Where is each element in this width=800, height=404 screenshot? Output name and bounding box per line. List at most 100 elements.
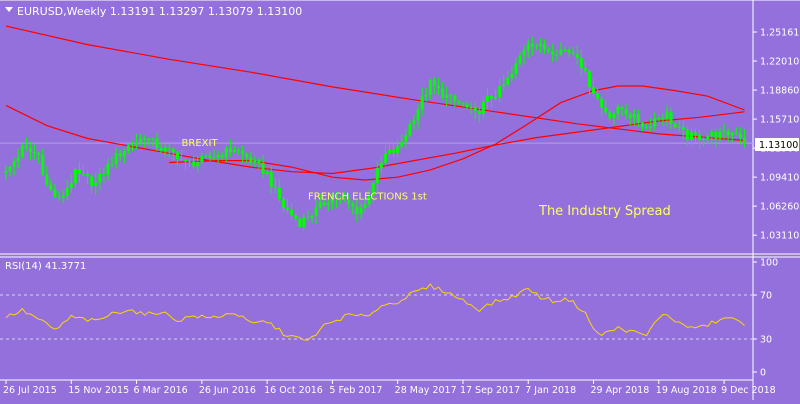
candle-body[interactable] bbox=[73, 169, 77, 183]
candle-body[interactable] bbox=[510, 74, 514, 79]
candle-body[interactable] bbox=[245, 153, 249, 158]
candle-body[interactable] bbox=[518, 55, 522, 64]
candle-body[interactable] bbox=[547, 49, 551, 52]
candle-body[interactable] bbox=[636, 113, 640, 123]
candle-body[interactable] bbox=[522, 50, 526, 56]
candle-body[interactable] bbox=[698, 134, 702, 141]
candle-body[interactable] bbox=[449, 95, 453, 97]
candle-body[interactable] bbox=[45, 174, 49, 185]
candle-body[interactable] bbox=[212, 157, 216, 159]
candle-body[interactable] bbox=[114, 153, 118, 164]
candle-body[interactable] bbox=[583, 68, 587, 71]
candle-body[interactable] bbox=[77, 169, 81, 174]
candle-body[interactable] bbox=[294, 215, 298, 219]
candle-body[interactable] bbox=[24, 145, 28, 148]
candle-body[interactable] bbox=[579, 57, 583, 69]
candle-body[interactable] bbox=[375, 168, 379, 184]
candle-body[interactable] bbox=[241, 150, 245, 154]
candle-body[interactable] bbox=[534, 46, 538, 48]
candle-body[interactable] bbox=[179, 158, 183, 160]
candle-body[interactable] bbox=[379, 162, 383, 169]
candle-body[interactable] bbox=[596, 93, 600, 99]
candle-body[interactable] bbox=[567, 49, 571, 53]
candle-body[interactable] bbox=[490, 96, 494, 99]
candle-body[interactable] bbox=[657, 118, 661, 120]
candle-body[interactable] bbox=[383, 153, 387, 163]
candle-body[interactable] bbox=[94, 182, 98, 186]
candle-body[interactable] bbox=[192, 161, 196, 167]
candle-body[interactable] bbox=[57, 196, 61, 198]
candle-body[interactable] bbox=[677, 126, 681, 128]
candle-body[interactable] bbox=[722, 130, 726, 132]
candle-body[interactable] bbox=[559, 49, 563, 55]
candle-body[interactable] bbox=[204, 155, 208, 157]
candle-body[interactable] bbox=[661, 118, 665, 120]
candle-body[interactable] bbox=[249, 157, 253, 163]
triangle-down-icon[interactable] bbox=[5, 7, 13, 12]
candle-body[interactable] bbox=[326, 203, 330, 206]
candle-body[interactable] bbox=[175, 152, 179, 159]
candle-body[interactable] bbox=[396, 146, 400, 153]
candle-body[interactable] bbox=[118, 153, 122, 157]
candle-body[interactable] bbox=[102, 173, 106, 175]
candle-body[interactable] bbox=[432, 80, 436, 87]
candle-body[interactable] bbox=[130, 144, 134, 146]
candle-body[interactable] bbox=[694, 132, 698, 135]
candle-body[interactable] bbox=[171, 148, 175, 153]
candle-body[interactable] bbox=[135, 142, 139, 145]
candle-body[interactable] bbox=[220, 155, 224, 158]
candle-body[interactable] bbox=[494, 96, 498, 99]
candle-body[interactable] bbox=[359, 208, 363, 214]
candle-body[interactable] bbox=[237, 150, 241, 152]
candle-body[interactable] bbox=[628, 114, 632, 119]
candle-body[interactable] bbox=[86, 174, 90, 177]
candle-body[interactable] bbox=[90, 176, 94, 186]
candle-body[interactable] bbox=[228, 148, 232, 153]
candle-body[interactable] bbox=[273, 186, 277, 188]
candle-body[interactable] bbox=[8, 166, 12, 172]
candle-body[interactable] bbox=[587, 70, 591, 87]
candle-body[interactable] bbox=[469, 107, 473, 109]
candle-body[interactable] bbox=[428, 80, 432, 95]
candle-body[interactable] bbox=[742, 138, 746, 144]
candle-body[interactable] bbox=[253, 159, 257, 163]
candle-body[interactable] bbox=[196, 162, 200, 167]
candle-body[interactable] bbox=[538, 43, 542, 47]
candle-body[interactable] bbox=[681, 126, 685, 130]
candle-body[interactable] bbox=[473, 107, 477, 111]
candle-body[interactable] bbox=[416, 109, 420, 121]
candle-body[interactable] bbox=[151, 138, 155, 140]
candle-body[interactable] bbox=[730, 132, 734, 136]
candle-body[interactable] bbox=[298, 218, 302, 227]
candle-body[interactable] bbox=[351, 203, 355, 207]
candle-body[interactable] bbox=[424, 94, 428, 97]
candle-body[interactable] bbox=[310, 215, 314, 218]
candle-body[interactable] bbox=[20, 145, 24, 157]
candle-body[interactable] bbox=[485, 96, 489, 102]
candle-body[interactable] bbox=[4, 171, 8, 174]
candle-body[interactable] bbox=[441, 88, 445, 98]
candle-body[interactable] bbox=[33, 151, 37, 154]
candle-body[interactable] bbox=[159, 147, 163, 151]
candle-body[interactable] bbox=[632, 113, 636, 119]
candle-body[interactable] bbox=[404, 135, 408, 142]
candle-body[interactable] bbox=[465, 104, 469, 108]
candle-body[interactable] bbox=[82, 173, 86, 175]
candle-body[interactable] bbox=[706, 136, 710, 140]
candle-body[interactable] bbox=[498, 86, 502, 97]
candle-body[interactable] bbox=[702, 139, 706, 141]
candle-body[interactable] bbox=[122, 151, 126, 157]
candle-body[interactable] bbox=[290, 209, 294, 216]
candle-body[interactable] bbox=[620, 107, 624, 110]
candle-body[interactable] bbox=[575, 54, 579, 58]
candle-body[interactable] bbox=[506, 78, 510, 85]
candle-body[interactable] bbox=[265, 171, 269, 174]
candle-body[interactable] bbox=[184, 159, 188, 162]
candle-body[interactable] bbox=[726, 130, 730, 136]
candle-body[interactable] bbox=[139, 138, 143, 143]
candle-body[interactable] bbox=[649, 126, 653, 128]
candle-body[interactable] bbox=[37, 153, 41, 155]
candle-body[interactable] bbox=[685, 129, 689, 141]
candle-body[interactable] bbox=[65, 188, 69, 196]
candle-body[interactable] bbox=[412, 120, 416, 124]
